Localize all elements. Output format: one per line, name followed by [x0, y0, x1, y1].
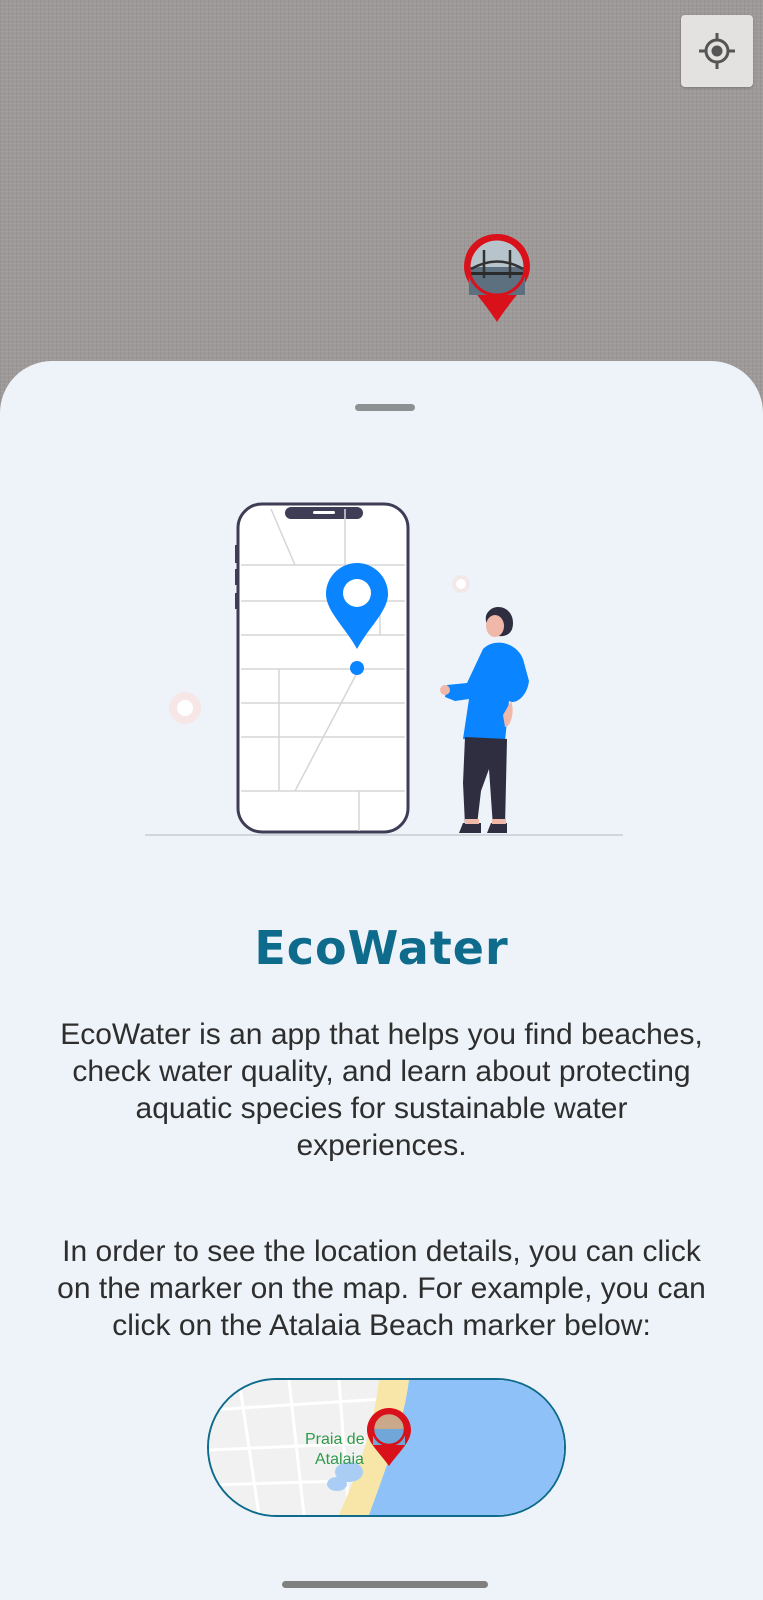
home-indicator[interactable]: [282, 1581, 488, 1588]
my-location-button[interactable]: [681, 15, 753, 87]
app-title: EcoWater: [254, 921, 509, 975]
map-label-line2: Atalaia: [315, 1451, 364, 1468]
phone-map-illustration: [145, 502, 623, 836]
marker-instruction: In order to see the location details, yo…: [57, 1235, 706, 1342]
example-map-graphic: [209, 1380, 564, 1515]
crosshair-icon: [699, 33, 735, 69]
map-label-line1: Praia de: [305, 1431, 365, 1448]
app-description: EcoWater is an app that helps you find b…: [60, 1018, 703, 1162]
drag-handle[interactable]: [355, 404, 415, 411]
map-view[interactable]: [0, 0, 763, 420]
example-beach-map[interactable]: Praia de Atalaia: [207, 1378, 566, 1517]
bottom-sheet: EcoWater EcoWater is an app that helps y…: [0, 361, 763, 1600]
beach-marker[interactable]: [462, 232, 532, 324]
